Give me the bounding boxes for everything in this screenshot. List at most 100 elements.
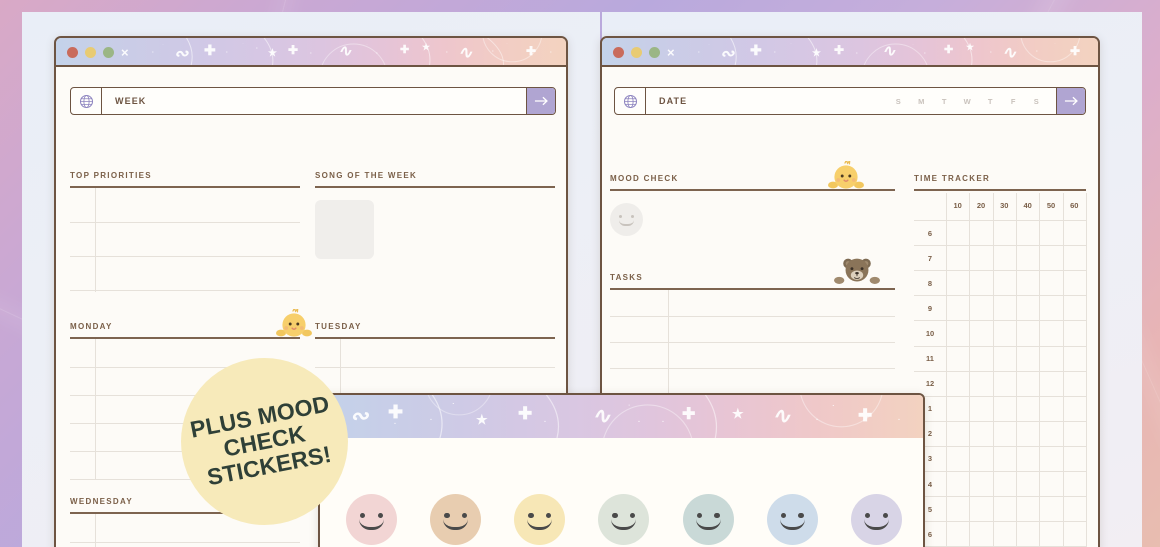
doodle-dot-icon: ˙ xyxy=(366,44,368,50)
weekday-letters[interactable]: S M T W T F S xyxy=(887,88,1048,114)
promo-badge: PLUS MOOD CHECK STICKERS! xyxy=(181,358,348,525)
bear-sticker xyxy=(834,258,880,284)
doodle-dot-icon: ˙ xyxy=(628,405,631,412)
maximize-button[interactable] xyxy=(103,47,114,58)
week-input-field[interactable]: WEEK xyxy=(102,88,526,114)
week-url-bar[interactable]: WEEK xyxy=(70,87,556,115)
close-button[interactable] xyxy=(613,47,624,58)
weekday-letter[interactable]: M xyxy=(910,97,933,106)
doodle-dot-icon: ˙ xyxy=(832,404,835,413)
minimize-button[interactable] xyxy=(85,47,96,58)
doodle-dot-icon: · xyxy=(898,417,901,424)
tasks-title: TASKS xyxy=(610,273,644,282)
date-input-label: DATE xyxy=(659,96,688,106)
doodle-plus-icon: ✚ xyxy=(388,402,404,422)
doodle-swirl-icon: ∿ xyxy=(458,43,473,62)
titlebar-doodle-arcs xyxy=(185,38,542,65)
time-tracker-row-header: 8 xyxy=(927,278,933,288)
doodle-dot-icon: ˙ xyxy=(912,44,914,50)
week-planner-titlebar: × · ˙ ∾ ✚ · ˙ · ★ ✚ · ∿ ˙ · ✚ ★ · ∿ · ˙ … xyxy=(56,38,566,67)
doodle-dot-icon: ˙ xyxy=(242,43,244,49)
date-url-bar[interactable]: DATE S M T W T F S xyxy=(614,87,1086,115)
daily-planner-titlebar: × · ˙ ∾ ✚ · ˙ ★ ✚ · ∿ ˙ · ✚ ★ · ∿ · ˙ ✚ xyxy=(602,38,1098,67)
wednesday-title: WEDNESDAY xyxy=(70,497,133,506)
time-tracker-row-header: 12 xyxy=(925,379,935,389)
doodle-dot-icon: ˙ xyxy=(162,44,164,50)
doodle-cross-icon: × xyxy=(121,45,129,60)
doodle-star-icon: ★ xyxy=(966,42,975,52)
smiley-yellow[interactable] xyxy=(514,494,566,545)
doodle-plus-icon: ✚ xyxy=(518,404,533,423)
mood-sticker-row[interactable] xyxy=(346,494,902,545)
close-button[interactable] xyxy=(67,47,78,58)
time-tracker-title: TIME TRACKER xyxy=(914,174,991,183)
time-tracker-row-header: 7 xyxy=(927,253,933,263)
weekday-letter[interactable]: S xyxy=(887,97,910,106)
time-tracker-hline xyxy=(914,370,1086,372)
doodle-star-icon: ★ xyxy=(812,48,821,59)
doodle-dot-icon: · xyxy=(544,419,547,426)
doodle-swirl-icon: ∿ xyxy=(592,403,611,428)
time-tracker-hline xyxy=(914,395,1086,397)
time-tracker-grid[interactable]: 102030405060678910111212345678 xyxy=(914,193,1087,547)
date-input-field[interactable]: DATE S M T W T F S xyxy=(646,88,1056,114)
minimize-button[interactable] xyxy=(631,47,642,58)
top-priorities-lines[interactable] xyxy=(70,188,300,292)
chick-sticker xyxy=(276,309,312,337)
song-thumbnail[interactable] xyxy=(315,200,374,259)
doodle-dot-icon: · xyxy=(394,421,397,428)
smiley-sage[interactable] xyxy=(598,494,650,545)
song-of-the-week-title: SONG OF THE WEEK xyxy=(315,171,418,180)
doodle-dot-icon: · xyxy=(492,49,494,55)
time-tracker-hline xyxy=(914,295,1086,297)
doodle-squiggle-icon: ∾ xyxy=(720,44,735,63)
doodle-plus-icon: ✚ xyxy=(1070,44,1081,58)
globe-icon xyxy=(615,88,646,114)
time-tracker-row-header: 11 xyxy=(926,354,934,364)
mood-check-title: MOOD CHECK xyxy=(610,174,679,183)
doodle-plus-icon: ✚ xyxy=(944,44,954,56)
maximize-button[interactable] xyxy=(649,47,660,58)
time-tracker-hline xyxy=(914,245,1086,247)
weekday-letter[interactable]: W xyxy=(956,97,979,106)
sticker-sheet-window[interactable]: · ∾ ✚ · · ˙ ★ ✚ · ∿ ˙ · · ✚ ★ ∿ · ˙ ✚ · xyxy=(318,393,925,547)
promo-badge-text: PLUS MOOD CHECK STICKERS! xyxy=(188,390,341,491)
chick-sticker xyxy=(828,161,864,189)
smiley-tan[interactable] xyxy=(430,494,482,545)
doodle-dot-icon: · xyxy=(430,417,433,424)
week-go-button[interactable] xyxy=(526,88,555,114)
time-tracker-row-header: 10 xyxy=(925,328,935,338)
date-go-button[interactable] xyxy=(1056,88,1085,114)
time-tracker-row-header: 9 xyxy=(927,303,933,313)
smiley-lavender[interactable] xyxy=(850,494,902,545)
doodle-dot-icon: ˙ xyxy=(790,43,792,49)
smiley-icon[interactable] xyxy=(610,203,643,236)
titlebar-doodle-arcs xyxy=(729,38,1080,65)
weekday-letter[interactable]: S xyxy=(1025,97,1048,106)
weekday-letter[interactable]: F xyxy=(1002,97,1025,106)
time-tracker-vline xyxy=(1086,193,1087,547)
smiley-pink[interactable] xyxy=(346,494,397,545)
doodle-plus-icon: ✚ xyxy=(204,42,216,58)
doodle-squiggle-icon: ∾ xyxy=(350,403,369,428)
doodle-dot-icon: · xyxy=(376,51,378,57)
weekday-letter[interactable]: T xyxy=(933,97,956,106)
doodle-swirl-icon: ∿ xyxy=(1002,43,1017,62)
sticker-sheet-titlebar: · ∾ ✚ · · ˙ ★ ✚ · ∿ ˙ · · ✚ ★ ∿ · ˙ ✚ · xyxy=(320,395,923,438)
doodle-plus-icon: ✚ xyxy=(858,406,873,425)
doodle-dot-icon: · xyxy=(152,50,154,56)
doodle-dot-icon: · xyxy=(990,50,992,56)
smiley-blue[interactable] xyxy=(766,494,818,545)
week-input-label: WEEK xyxy=(115,96,147,106)
time-tracker-column-header: 20 xyxy=(976,201,986,210)
doodle-swirl-icon: ∿ xyxy=(338,43,352,60)
doodle-swirl-icon: ∿ xyxy=(772,403,791,428)
smiley-teal[interactable] xyxy=(682,494,734,545)
time-tracker-rule xyxy=(914,189,1086,191)
time-tracker-row-header: 6 xyxy=(927,228,933,238)
weekday-letter[interactable]: T xyxy=(979,97,1002,106)
doodle-dot-icon: · xyxy=(774,50,776,56)
time-tracker-hline xyxy=(914,270,1086,272)
doodle-dot-icon: · xyxy=(638,419,641,426)
doodle-cross-icon: × xyxy=(667,45,675,60)
